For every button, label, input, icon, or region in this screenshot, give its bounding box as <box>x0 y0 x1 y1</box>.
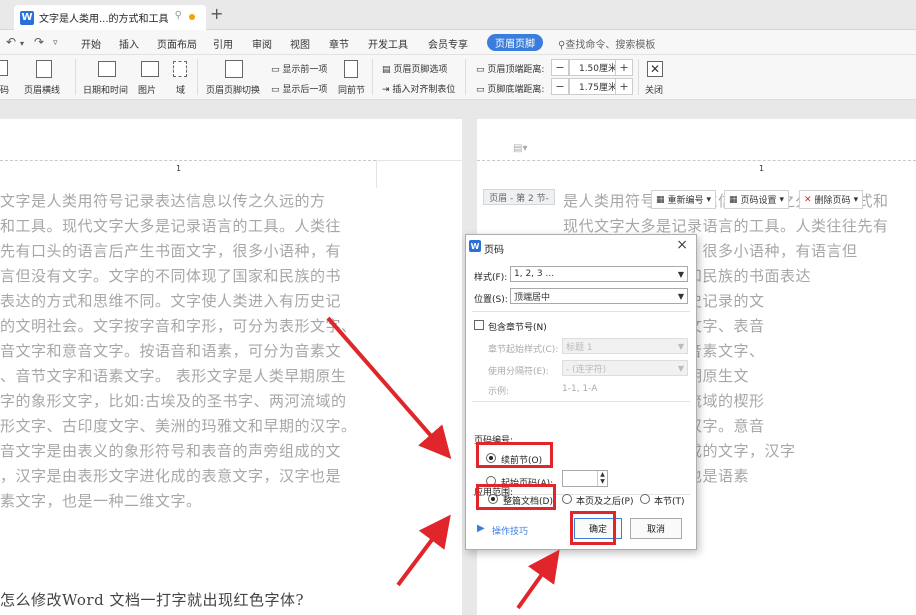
arrow-to-ok <box>516 549 560 610</box>
arrow-to-whole-doc <box>396 514 451 587</box>
arrow-to-continue <box>326 316 452 460</box>
annotation-arrows <box>326 316 560 610</box>
